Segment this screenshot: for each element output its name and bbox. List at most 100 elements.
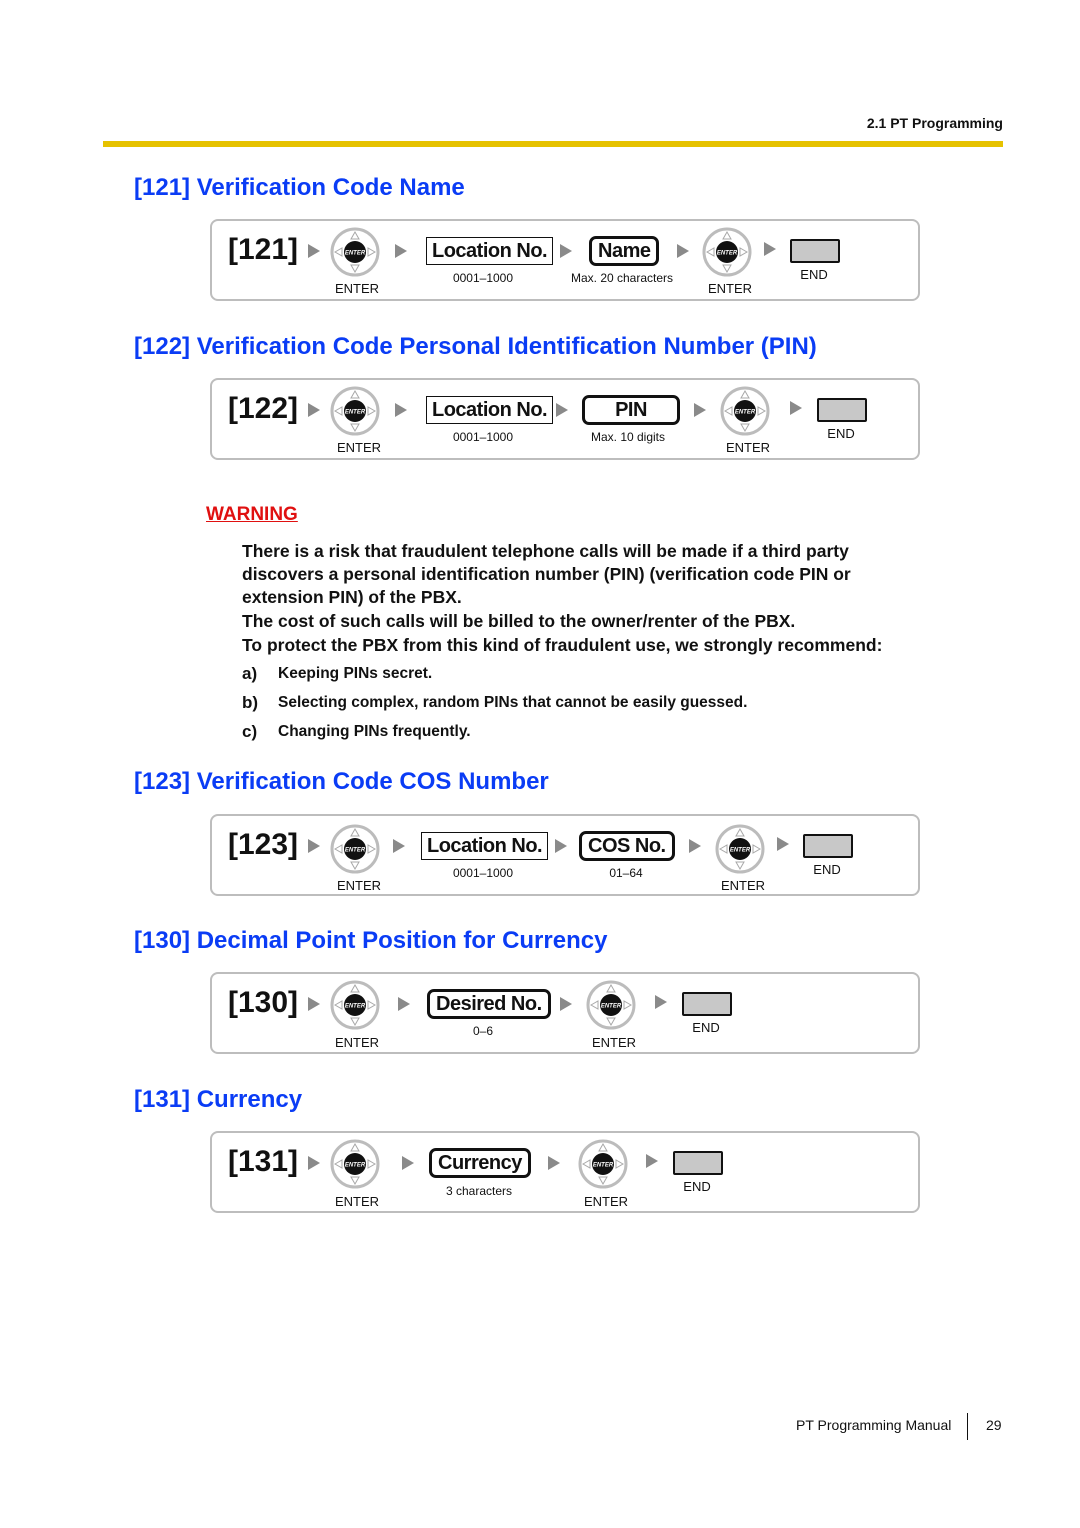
end-caption: END (800, 267, 828, 282)
footer-manual-title: PT Programming Manual (796, 1417, 952, 1433)
arrow-right-icon (655, 995, 667, 1009)
warning-text-line: There is a risk that fraudulent telephon… (242, 541, 849, 561)
list-item: Changing PINs frequently. (278, 723, 471, 740)
pin-limit: Max. 10 digits (590, 430, 666, 444)
desired-no-field: Desired No. (427, 989, 551, 1019)
currency-field: Currency (429, 1148, 531, 1178)
list-item: Keeping PINs secret. (278, 665, 433, 682)
enter-key-icon (586, 980, 636, 1030)
end-key-icon (673, 1151, 723, 1175)
enter-caption: ENTER (336, 878, 382, 893)
arrow-right-icon (790, 401, 802, 415)
section-title-131: [131] Currency (134, 1086, 303, 1113)
cos-no-range: 01–64 (609, 866, 643, 880)
location-no-range: 0001–1000 (452, 866, 514, 880)
end-caption: END (683, 1179, 711, 1194)
list-item: Selecting complex, random PINs that cann… (278, 694, 748, 711)
enter-caption: ENTER (725, 440, 771, 455)
end-caption: END (692, 1020, 720, 1035)
enter-key-icon (578, 1139, 628, 1189)
arrow-right-icon (402, 1156, 414, 1170)
arrow-right-icon (398, 997, 410, 1011)
arrow-right-icon (395, 244, 407, 258)
program-code: [123] (228, 828, 299, 861)
name-limit: Max. 20 characters (570, 271, 674, 285)
arrow-right-icon (308, 1156, 320, 1170)
section-title-122: [122] Verification Code Personal Identif… (134, 333, 817, 360)
warning-text-line: extension PIN) of the PBX. (242, 587, 462, 607)
procedure-box-130: [130] ENTER Desired No. 0–6 ENTER END (210, 972, 920, 1054)
name-field: Name (589, 236, 660, 266)
arrow-right-icon (548, 1156, 560, 1170)
enter-caption: ENTER (583, 1194, 629, 1209)
arrow-right-icon (560, 244, 572, 258)
location-no-field: Location No. (421, 832, 549, 860)
end-key-icon (803, 834, 853, 858)
warning-text-line: The cost of such calls will be billed to… (242, 611, 796, 631)
arrow-right-icon (555, 839, 567, 853)
cos-no-field: COS No. (579, 831, 675, 861)
arrow-right-icon (646, 1154, 658, 1168)
enter-key-icon (330, 1139, 380, 1189)
enter-caption: ENTER (336, 440, 382, 455)
enter-caption: ENTER (720, 878, 766, 893)
arrow-right-icon (393, 839, 405, 853)
end-caption: END (813, 862, 841, 877)
header-rule (103, 141, 1003, 147)
arrow-right-icon (556, 403, 568, 417)
location-no-range: 0001–1000 (452, 430, 514, 444)
end-caption: END (827, 426, 855, 441)
program-code: [130] (228, 986, 299, 1019)
procedure-box-123: [123] ENTER Location No. 0001–1000 COS N… (210, 814, 920, 896)
arrow-right-icon (677, 244, 689, 258)
enter-caption: ENTER (334, 281, 380, 296)
page-number: 29 (986, 1417, 1002, 1433)
footer-divider (967, 1413, 968, 1440)
end-key-icon (790, 239, 840, 263)
arrow-right-icon (777, 837, 789, 851)
end-key-icon (682, 992, 732, 1016)
arrow-right-icon (308, 997, 320, 1011)
enter-key-icon (720, 386, 770, 436)
enter-key-icon (330, 386, 380, 436)
pin-field: PIN (582, 395, 680, 425)
procedure-box-131: [131] ENTER Currency 3 characters ENTER … (210, 1131, 920, 1213)
enter-caption: ENTER (707, 281, 753, 296)
list-item-label: b) (242, 693, 259, 712)
arrow-right-icon (395, 403, 407, 417)
arrow-right-icon (764, 242, 776, 256)
warning-title: WARNING (206, 504, 298, 525)
procedure-box-121: [121] ENTER Location No. 0001–1000 Name … (210, 219, 920, 301)
arrow-right-icon (694, 403, 706, 417)
warning-text-line: discovers a personal identification numb… (242, 564, 851, 584)
location-no-field: Location No. (426, 396, 554, 424)
list-item-label: c) (242, 722, 258, 741)
procedure-box-122: [122] ENTER Location No. 0001–1000 PIN M… (210, 378, 920, 460)
enter-key-icon (330, 824, 380, 874)
location-no-range: 0001–1000 (452, 271, 514, 285)
section-title-130: [130] Decimal Point Position for Currenc… (134, 927, 608, 954)
location-no-field: Location No. (426, 237, 554, 265)
program-code: [122] (228, 392, 299, 425)
warning-text-line: To protect the PBX from this kind of fra… (242, 635, 883, 655)
enter-caption: ENTER (591, 1035, 637, 1050)
arrow-right-icon (308, 403, 320, 417)
list-item-label: a) (242, 664, 258, 683)
arrow-right-icon (308, 839, 320, 853)
desired-no-range: 0–6 (472, 1024, 494, 1038)
running-header: 2.1 PT Programming (866, 115, 1003, 131)
section-title-121: [121] Verification Code Name (134, 174, 465, 201)
enter-key-icon (715, 824, 765, 874)
program-code: [121] (228, 233, 299, 266)
arrow-right-icon (308, 244, 320, 258)
end-key-icon (817, 398, 867, 422)
program-code: [131] (228, 1145, 299, 1178)
enter-key-icon (702, 227, 752, 277)
currency-limit: 3 characters (445, 1184, 513, 1198)
enter-caption: ENTER (334, 1194, 380, 1209)
enter-key-icon (330, 227, 380, 277)
section-title-123: [123] Verification Code COS Number (134, 768, 549, 795)
enter-caption: ENTER (334, 1035, 380, 1050)
arrow-right-icon (560, 997, 572, 1011)
arrow-right-icon (689, 839, 701, 853)
